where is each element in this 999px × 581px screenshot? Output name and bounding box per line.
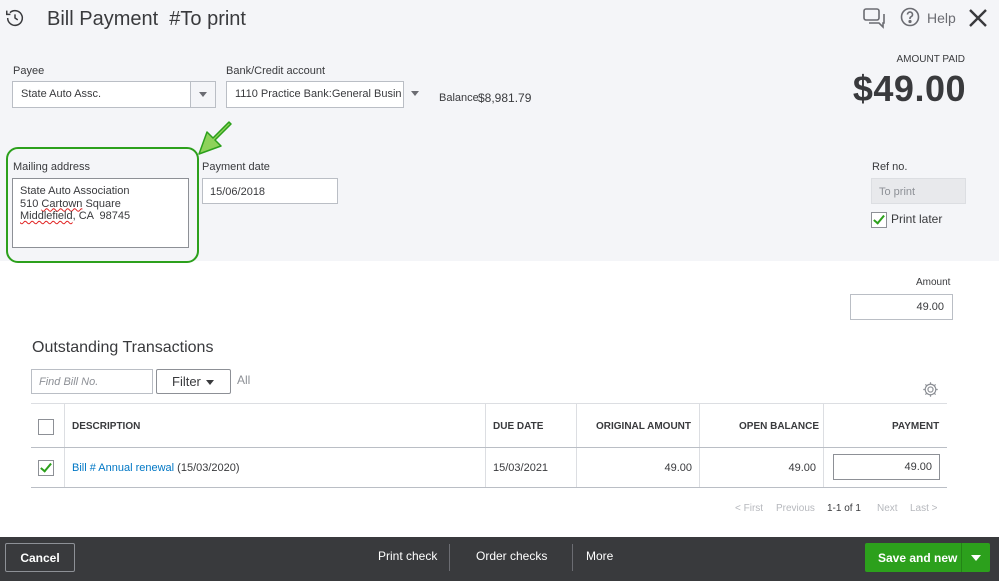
print-later-checkbox[interactable]: [871, 212, 887, 228]
select-all-checkbox[interactable]: [38, 419, 54, 435]
title-text: Bill Payment: [47, 8, 159, 30]
column-divider: [699, 404, 700, 447]
column-divider: [823, 404, 824, 447]
column-divider: [485, 404, 486, 447]
column-divider: [64, 404, 65, 447]
row-original-amount: 49.00: [664, 462, 692, 474]
mailing-line-2-misspelled: Cartown: [41, 197, 83, 210]
row-checkbox[interactable]: [38, 460, 54, 476]
col-description[interactable]: DESCRIPTION: [72, 421, 140, 432]
mailing-line-2-rest: Square: [82, 197, 121, 210]
print-check-button[interactable]: Print check: [378, 549, 437, 563]
column-divider: [576, 448, 577, 487]
amount-paid-value: $49.00: [852, 68, 966, 109]
ref-no-label: Ref no.: [872, 161, 908, 173]
arrow-icon: [198, 121, 232, 155]
payee-label: Payee: [13, 65, 45, 77]
mailing-line-3-misspelled: Middlefield: [20, 210, 73, 222]
save-split-divider: [961, 543, 962, 572]
history-icon[interactable]: [4, 7, 26, 29]
col-due-date[interactable]: DUE DATE: [493, 421, 543, 432]
mailing-line-3-rest: , CA 98745: [72, 210, 131, 222]
amount-paid-label: AMOUNT PAID: [896, 54, 965, 65]
save-and-new-button[interactable]: Save and new: [865, 543, 990, 572]
check-icon: [40, 460, 52, 473]
filter-all-label: All: [237, 373, 251, 387]
payment-date-label: Payment date: [202, 161, 270, 173]
table-row: Bill # Annual renewal (15/03/2020) 15/03…: [31, 448, 947, 488]
mailing-address-label: Mailing address: [13, 161, 91, 173]
pager-previous[interactable]: Previous: [776, 503, 815, 514]
help-icon[interactable]: [900, 7, 920, 27]
account-select[interactable]: 1110 Practice Bank:General Busin: [226, 81, 404, 108]
chat-icon[interactable]: [862, 7, 886, 29]
outstanding-title: Outstanding Transactions: [32, 339, 214, 356]
account-dropdown-button[interactable]: [403, 81, 426, 108]
table-header: DESCRIPTION DUE DATE ORIGINAL AMOUNT OPE…: [31, 403, 947, 448]
payment-date-field[interactable]: 15/06/2018: [202, 178, 338, 204]
balance-value: $8,981.79: [478, 91, 532, 105]
filter-label: Filter: [172, 374, 201, 389]
column-divider: [64, 448, 65, 487]
title-tag: #To print: [169, 8, 246, 30]
row-due-date: 15/03/2021: [493, 462, 549, 474]
cancel-button[interactable]: Cancel: [5, 543, 75, 572]
column-divider: [485, 448, 486, 487]
mailing-address-field[interactable]: State Auto Association 510 Cartown Squar…: [12, 178, 189, 248]
column-divider: [823, 448, 824, 487]
help-link[interactable]: Help: [927, 10, 956, 26]
bill-link[interactable]: Bill # Annual renewal: [72, 462, 174, 474]
save-and-new-label: Save and new: [878, 551, 958, 565]
form-header: Bill Payment #To print Help Payee State …: [0, 0, 999, 263]
chevron-down-icon[interactable]: [971, 555, 981, 561]
title-bar: Bill Payment #To print Help: [0, 0, 999, 38]
mailing-line-1: State Auto Association: [20, 185, 130, 197]
col-open-balance[interactable]: OPEN BALANCE: [739, 421, 819, 432]
row-open-balance: 49.00: [788, 462, 816, 474]
footer-divider: [572, 544, 573, 571]
account-label: Bank/Credit account: [226, 65, 326, 77]
filter-button[interactable]: Filter: [156, 369, 231, 394]
bill-date: (15/03/2020): [174, 462, 240, 474]
col-original-amount[interactable]: ORIGINAL AMOUNT: [596, 421, 691, 432]
footer-bar: Cancel Print check Order checks More Sav…: [0, 537, 999, 581]
payee-dropdown-button[interactable]: [190, 81, 216, 108]
close-icon[interactable]: [967, 7, 989, 29]
chevron-down-icon: [205, 380, 214, 386]
amount-field[interactable]: 49.00: [850, 294, 953, 320]
pager-next[interactable]: Next: [877, 503, 898, 514]
column-divider: [699, 448, 700, 487]
col-payment[interactable]: PAYMENT: [892, 421, 939, 432]
footer-divider: [449, 544, 450, 571]
amount-label: Amount: [916, 277, 951, 288]
column-divider: [576, 404, 577, 447]
gear-icon[interactable]: [922, 381, 939, 398]
pager-first[interactable]: < First: [735, 503, 763, 514]
mailing-line-2-number: 510: [20, 197, 42, 210]
balance-label: Balance: [439, 92, 479, 104]
payee-select[interactable]: State Auto Assc.: [12, 81, 192, 108]
order-checks-button[interactable]: Order checks: [476, 549, 547, 563]
find-bill-input[interactable]: Find Bill No.: [31, 369, 153, 394]
check-icon: [873, 212, 885, 225]
more-button[interactable]: More: [586, 549, 613, 563]
row-payment-field[interactable]: 49.00: [833, 454, 940, 480]
ref-no-field[interactable]: To print: [871, 178, 966, 204]
print-later-label: Print later: [891, 212, 943, 226]
pager-last[interactable]: Last >: [910, 503, 938, 514]
pager-range: 1-1 of 1: [827, 503, 861, 514]
row-description: Bill # Annual renewal (15/03/2020): [72, 462, 240, 474]
page-title: Bill Payment #To print: [47, 8, 246, 31]
